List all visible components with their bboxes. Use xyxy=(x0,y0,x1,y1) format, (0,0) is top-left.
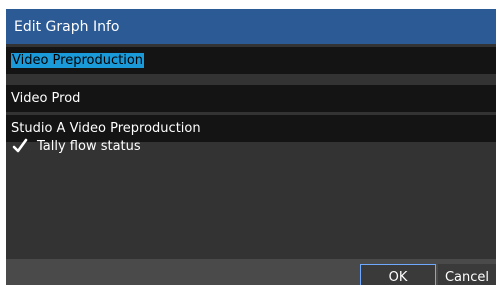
ok-button-label: OK xyxy=(388,269,408,285)
cancel-button[interactable]: Cancel xyxy=(438,264,496,285)
edit-graph-info-dialog: Edit Graph Info Video Preproduction Vide… xyxy=(6,9,496,285)
checkmark-icon[interactable] xyxy=(11,137,29,155)
ok-button[interactable]: OK xyxy=(360,264,436,285)
dialog-title: Edit Graph Info xyxy=(14,18,120,35)
dialog-titlebar: Edit Graph Info xyxy=(6,9,496,44)
graph-name-value: Video Preproduction xyxy=(11,53,145,68)
short-name-field[interactable]: Video Prod xyxy=(6,85,496,112)
tally-flow-status-checkbox[interactable]: Tally flow status xyxy=(11,135,141,157)
description-value: Studio A Video Preproduction xyxy=(11,121,201,136)
cancel-button-label: Cancel xyxy=(444,269,490,285)
graph-name-field[interactable]: Video Preproduction xyxy=(6,47,496,74)
short-name-value: Video Prod xyxy=(11,91,81,106)
tally-flow-status-label: Tally flow status xyxy=(37,138,141,154)
